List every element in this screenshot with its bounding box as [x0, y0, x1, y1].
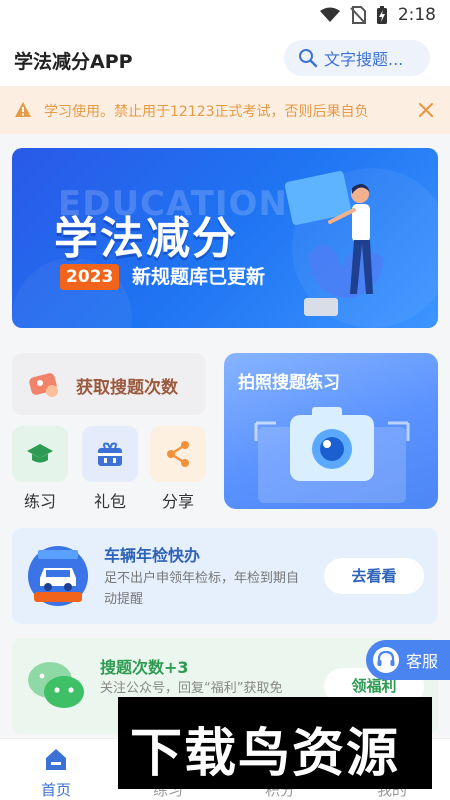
- battery-charging-icon: [376, 6, 387, 24]
- practice-tile[interactable]: [12, 426, 68, 482]
- search-label: 文字搜题...: [324, 50, 404, 69]
- banner-year-badge: 2023: [60, 264, 120, 290]
- coupon-icon: [29, 373, 58, 397]
- customer-service-label: 客服: [406, 652, 439, 671]
- headset-icon: [373, 647, 399, 673]
- status-time: 2:18: [397, 5, 436, 25]
- search-icon: [299, 49, 318, 68]
- share-icon: [167, 441, 189, 467]
- vehicle-inspection-card[interactable]: 车辆年检快办 足不出户申领年检标，年检到期自动提醒 去看看: [12, 528, 438, 624]
- status-icons: 2:18: [319, 5, 436, 25]
- watermark-overlay: 下载鸟资源: [118, 697, 432, 789]
- inspection-title: 车辆年检快办: [104, 546, 201, 565]
- close-icon[interactable]: [418, 102, 434, 118]
- warning-icon: [15, 102, 31, 117]
- go-see-button[interactable]: 去看看: [324, 558, 424, 594]
- gift-box-icon: [98, 442, 122, 466]
- banner-title: 学法减分: [54, 213, 238, 264]
- app-header: 学法减分APP 文字搜题...: [0, 30, 450, 86]
- status-bar: 2:18: [0, 0, 450, 30]
- get-search-count-label: 获取搜题次数: [76, 378, 178, 398]
- photo-search-card[interactable]: 拍照搜题练习: [224, 353, 438, 509]
- tab-home[interactable]: 首页: [11, 739, 101, 800]
- gift-tile[interactable]: [82, 426, 138, 482]
- photo-search-label: 拍照搜题练习: [238, 373, 340, 393]
- welfare-title: 搜题次数+3: [100, 658, 189, 677]
- app-title: 学法减分APP: [14, 51, 133, 73]
- camera-icon: [254, 407, 410, 503]
- gift-label: 礼包: [93, 492, 126, 511]
- share-tile[interactable]: [150, 426, 206, 482]
- car-inspection-icon: [28, 546, 88, 606]
- tab-home-label: 首页: [40, 781, 71, 799]
- wifi-icon: [319, 7, 340, 22]
- no-sim-icon: [350, 6, 366, 24]
- wechat-icon: [28, 662, 84, 708]
- notice-bar: 学习使用。禁止用于12123正式考试，否则后果自负: [0, 86, 450, 134]
- inspection-description: 足不出户申领年检标，年检到期自动提醒: [104, 571, 300, 607]
- graduation-cap-icon: [27, 444, 53, 463]
- practice-label: 练习: [23, 492, 56, 511]
- notice-text: 学习使用。禁止用于12123正式考试，否则后果自负: [44, 104, 369, 120]
- share-label: 分享: [161, 492, 194, 511]
- customer-service-button[interactable]: 客服: [366, 640, 450, 680]
- text-search-button[interactable]: 文字搜题...: [284, 40, 430, 76]
- get-search-count-card[interactable]: 获取搜题次数: [12, 353, 206, 415]
- home-icon: [46, 749, 66, 770]
- banner-subtitle: 新规题库已更新: [132, 266, 266, 288]
- watermark-text: 下载鸟资源: [130, 724, 401, 784]
- promo-banner[interactable]: EDUCATION 学法减分 2023 新规题库已更新: [12, 148, 438, 328]
